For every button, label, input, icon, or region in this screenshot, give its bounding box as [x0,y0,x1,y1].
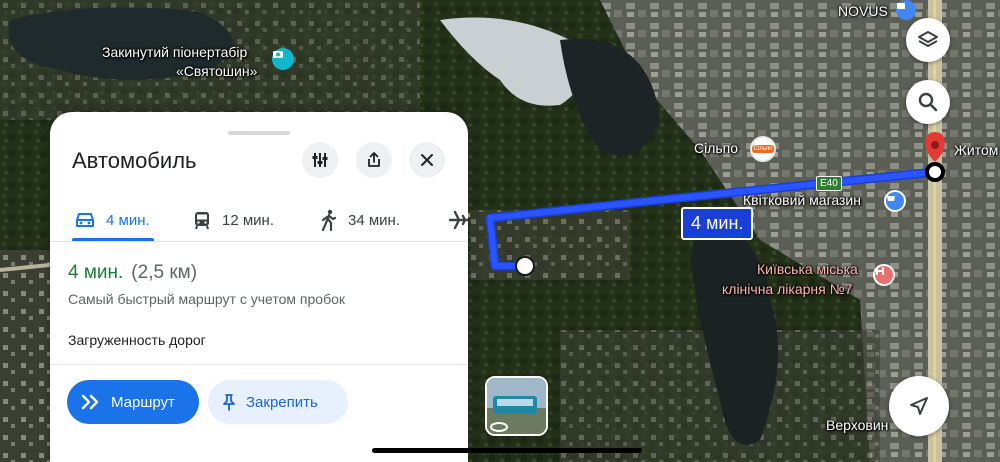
tab-transit[interactable]: 12 мин. [192,200,274,240]
directions-sheet: Автомобиль 4 мин. 12 мин. 34 мин. 4 мин.… [50,112,468,462]
start-route-label: Маршрут [111,393,175,411]
route-description: Самый быстрый маршрут с учетом пробок [68,291,346,307]
tab-walking[interactable]: 34 мин. [320,200,400,240]
eta-time: 4 мин. [68,262,124,283]
layers-button[interactable] [906,18,950,62]
tab-flights[interactable] [448,200,468,240]
pin-label: Закрепить [246,393,318,411]
shopping-poi-icon[interactable] [896,0,916,20]
map-label-flower-shop[interactable]: Квітковий магазин [743,192,861,209]
search-icon [918,92,938,112]
home-indicator[interactable] [372,448,642,453]
layers-icon [918,31,938,47]
tabs-divider [50,241,468,242]
map-label-novus[interactable]: NOVUS [838,3,888,20]
map-label-hospital[interactable]: Київська міська [757,261,858,278]
camera-poi-icon[interactable] [272,48,294,70]
road-shield-e40: E40 [816,176,842,191]
map-label-hospital-name[interactable]: клінічна лікарня №7 [722,281,852,298]
plane-icon [448,210,468,230]
map-label-camp-name[interactable]: «Святошин» [176,63,257,80]
tab-walking-time: 34 мин. [348,211,400,229]
transit-icon [195,212,209,230]
route-duration-bubble[interactable]: 4 мин. [681,207,754,240]
pin-icon [223,394,235,411]
start-route-button[interactable]: Маршрут [67,380,199,424]
store-poi-icon[interactable] [884,190,906,212]
street-view-image [487,378,546,434]
traffic-label[interactable]: Загруженность дорог [68,332,206,348]
maps-screen: Закинутий піонертабір «Святошин» NOVUS С… [0,0,1000,462]
car-icon [76,213,94,227]
map-label-camp[interactable]: Закинутий піонертабір [102,44,247,61]
sheet-title: Автомобиль [72,148,197,173]
options-icon [312,153,328,167]
tab-driving-time: 4 мин. [106,211,150,229]
walk-icon [321,209,337,231]
map-label-zhytom[interactable]: Житом [954,142,998,159]
share-icon [368,152,380,167]
eta-summary[interactable]: 4 мин. (2,5 км) [68,262,197,284]
navigate-button[interactable] [889,376,949,436]
share-button[interactable] [356,142,392,178]
tab-driving[interactable]: 4 мин. [74,200,150,240]
route-options-button[interactable] [302,142,338,178]
street-view-thumbnail[interactable] [485,376,548,436]
drag-handle[interactable] [228,131,290,135]
double-chevron-icon [81,394,99,410]
search-button[interactable] [906,80,950,124]
hospital-poi-icon[interactable] [873,264,895,286]
eta-distance: (2,5 км) [131,262,198,283]
pin-button[interactable]: Закрепить [208,380,348,424]
map-label-silpo[interactable]: Сільпо [694,140,738,157]
tab-transit-time: 12 мин. [222,211,274,229]
summary-divider [50,364,468,365]
close-button[interactable] [409,142,445,178]
map-label-verkhovyn[interactable]: Верховин [826,417,888,434]
close-icon [421,154,433,166]
silpo-logo-icon[interactable]: Сільпо [750,136,776,162]
navigate-icon [910,397,928,415]
silpo-logo-text: Сільпо [751,145,775,153]
